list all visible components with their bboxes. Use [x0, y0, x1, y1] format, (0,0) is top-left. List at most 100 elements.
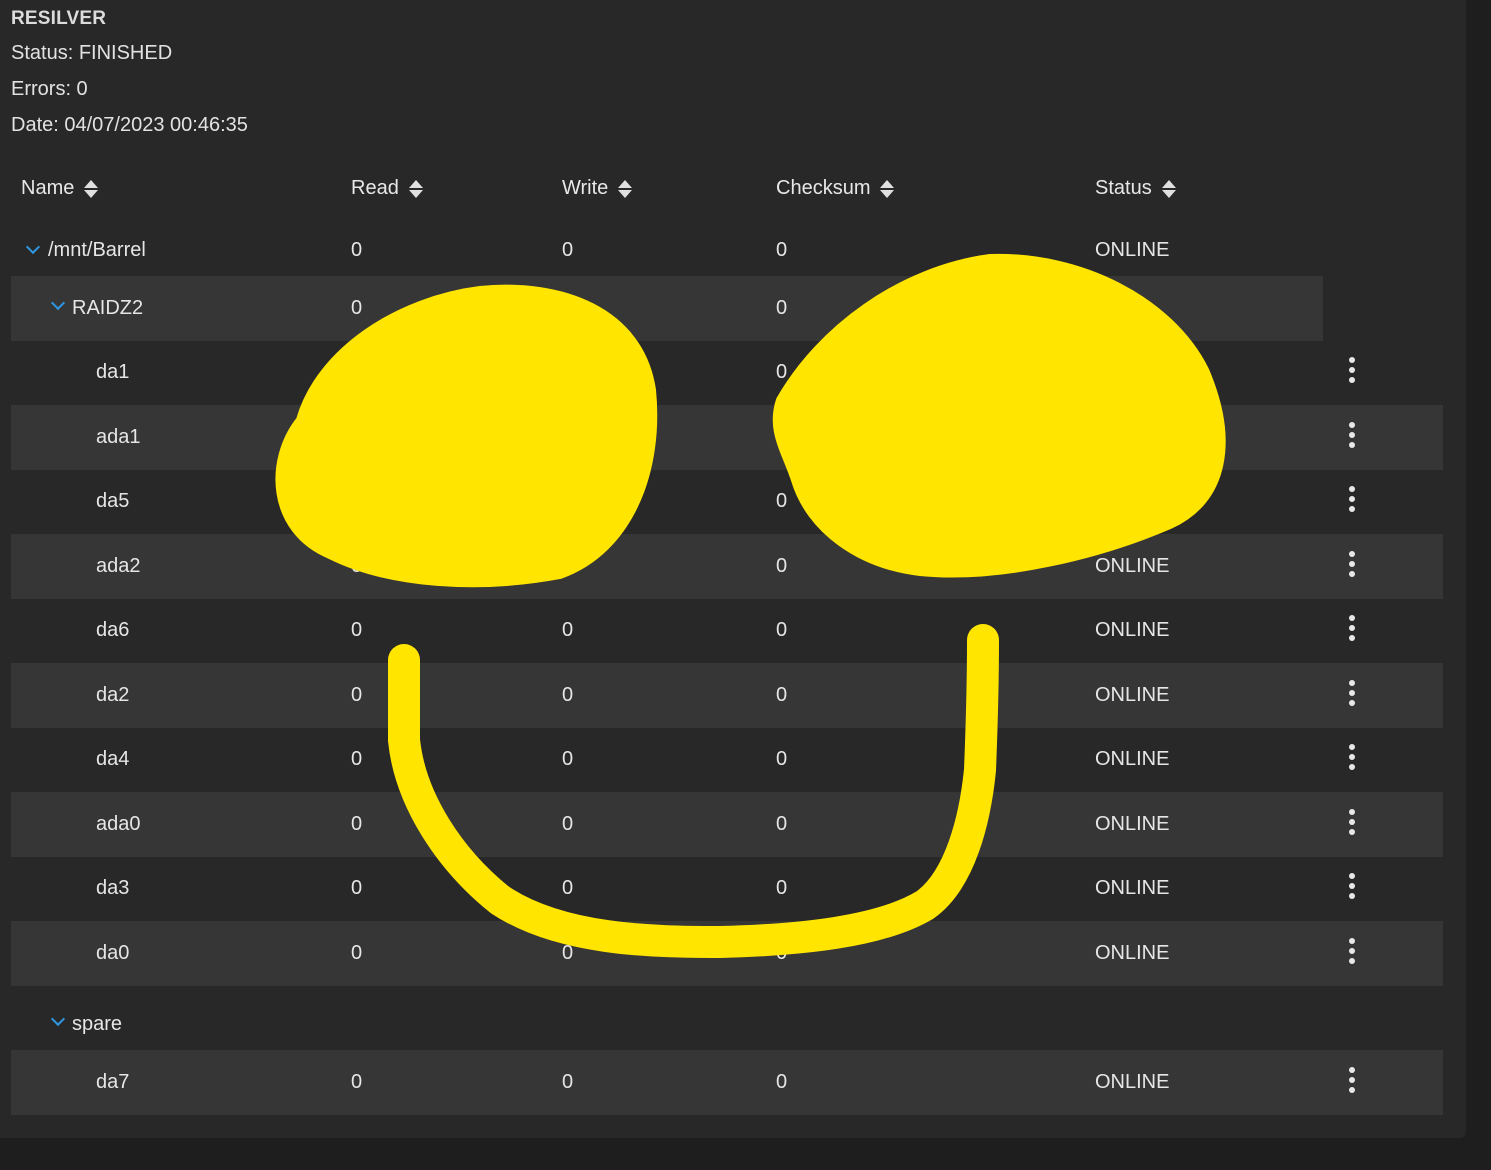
disk-row[interactable]: da5 0 — [11, 469, 1443, 534]
row-name: da7 — [96, 1071, 130, 1093]
spare-row[interactable]: spare — [11, 992, 1443, 1057]
chevron-down-icon[interactable] — [25, 239, 41, 255]
scan-title: RESILVER — [11, 8, 107, 29]
pool-status-panel: RESILVER Status: FINISHED Errors: 0 Date… — [0, 0, 1466, 1138]
row-name: spare — [72, 1013, 123, 1035]
more-vert-icon[interactable] — [1349, 422, 1355, 448]
column-header-read[interactable]: Read — [351, 177, 423, 200]
row-name: /mnt/Barrel — [48, 239, 146, 261]
row-write: 0 — [562, 942, 574, 964]
disk-row[interactable]: da6 0 0 0 ONLINE — [11, 598, 1443, 663]
sort-icon — [880, 179, 895, 199]
disk-row[interactable]: da7 0 0 0 ONLINE — [11, 1050, 1443, 1115]
row-status: ONLINE — [1095, 748, 1170, 770]
row-read: 0 — [351, 1071, 363, 1093]
row-write: 0 — [562, 1071, 574, 1093]
row-read: 0 — [351, 555, 363, 577]
row-status: ONLINE — [1095, 619, 1170, 641]
chevron-down-icon[interactable] — [50, 1011, 66, 1027]
row-name: ada2 — [96, 555, 141, 577]
row-read: 0 — [351, 297, 363, 319]
row-read: 0 — [351, 748, 363, 770]
more-vert-icon[interactable] — [1349, 486, 1355, 512]
column-header-write[interactable]: Write — [562, 177, 633, 200]
more-vert-icon[interactable] — [1349, 1067, 1355, 1093]
disk-row[interactable]: da4 0 0 0 ONLINE — [11, 727, 1443, 792]
row-read: 0 — [351, 684, 363, 706]
column-header-checksum-label: Checksum — [776, 177, 871, 199]
row-checksum: 0 — [776, 619, 788, 641]
row-checksum: 0 — [776, 748, 788, 770]
row-read: 0 — [351, 813, 363, 835]
row-checksum: 0 — [776, 555, 788, 577]
row-name: da1 — [96, 361, 130, 383]
disk-row[interactable]: ada2 0 0 0 ONLINE — [11, 534, 1443, 599]
row-checksum: 0 — [776, 361, 788, 383]
row-checksum: 0 — [776, 426, 788, 448]
row-write: 0 — [562, 684, 574, 706]
scan-date: Date: 04/07/2023 00:46:35 — [11, 114, 248, 136]
chevron-down-icon[interactable] — [50, 295, 66, 311]
row-write: 0 — [562, 877, 574, 899]
row-name: da0 — [96, 942, 130, 964]
row-name: da3 — [96, 877, 130, 899]
row-write: 0 — [562, 748, 574, 770]
more-vert-icon[interactable] — [1349, 680, 1355, 706]
row-status: ONLINE — [1095, 239, 1170, 261]
column-header-name-label: Name — [21, 177, 75, 199]
column-header-write-label: Write — [562, 177, 609, 199]
sort-icon — [618, 179, 633, 199]
scan-errors: Errors: 0 — [11, 78, 88, 100]
scan-status: Status: FINISHED — [11, 42, 173, 64]
row-write: 0 — [562, 555, 574, 577]
row-read: 0 — [351, 877, 363, 899]
row-write: 0 — [562, 239, 574, 261]
pool-row[interactable]: /mnt/Barrel 0 0 0 ONLINE — [11, 218, 1323, 283]
column-header-read-label: Read — [351, 177, 399, 199]
more-vert-icon[interactable] — [1349, 615, 1355, 641]
more-vert-icon[interactable] — [1349, 938, 1355, 964]
row-checksum: 0 — [776, 942, 788, 964]
row-read: 0 — [351, 239, 363, 261]
column-header-checksum[interactable]: Checksum — [776, 177, 895, 200]
row-name: da4 — [96, 748, 130, 770]
vdev-row[interactable]: RAIDZ2 0 0 — [11, 276, 1323, 341]
row-name: da2 — [96, 684, 130, 706]
column-header-status-label: Status — [1095, 177, 1152, 199]
disk-row[interactable]: ada1 0 — [11, 405, 1443, 470]
row-status: ONLINE — [1095, 877, 1170, 899]
row-status: ONLINE — [1095, 555, 1170, 577]
row-checksum: 0 — [776, 813, 788, 835]
row-checksum: 0 — [776, 490, 788, 512]
disk-row[interactable]: da0 0 0 0 ONLINE — [11, 921, 1443, 986]
sort-icon — [408, 179, 423, 199]
row-name: ada1 — [96, 426, 141, 448]
column-header-status[interactable]: Status — [1095, 177, 1176, 200]
disk-row[interactable]: da1 0 — [11, 340, 1443, 405]
row-name: ada0 — [96, 813, 141, 835]
row-status: ONLINE — [1095, 1071, 1170, 1093]
column-header-name[interactable]: Name — [21, 177, 99, 200]
row-name: da5 — [96, 490, 130, 512]
row-status: ONLINE — [1095, 684, 1170, 706]
disk-row[interactable]: da2 0 0 0 ONLINE — [11, 663, 1443, 728]
row-write: 0 — [562, 813, 574, 835]
row-checksum: 0 — [776, 877, 788, 899]
disk-row[interactable]: ada0 0 0 0 ONLINE — [11, 792, 1443, 857]
more-vert-icon[interactable] — [1349, 551, 1355, 577]
disk-row[interactable]: da3 0 0 0 ONLINE — [11, 856, 1443, 921]
more-vert-icon[interactable] — [1349, 357, 1355, 383]
more-vert-icon[interactable] — [1349, 873, 1355, 899]
row-name: RAIDZ2 — [72, 297, 144, 319]
sort-icon — [1161, 179, 1176, 199]
row-write: 0 — [562, 619, 574, 641]
row-checksum: 0 — [776, 1071, 788, 1093]
more-vert-icon[interactable] — [1349, 744, 1355, 770]
row-status: ONLINE — [1095, 813, 1170, 835]
row-checksum: 0 — [776, 239, 788, 261]
row-status: ONLINE — [1095, 942, 1170, 964]
sort-icon — [84, 179, 99, 199]
row-checksum: 0 — [776, 297, 788, 319]
more-vert-icon[interactable] — [1349, 809, 1355, 835]
row-read: 0 — [351, 942, 363, 964]
